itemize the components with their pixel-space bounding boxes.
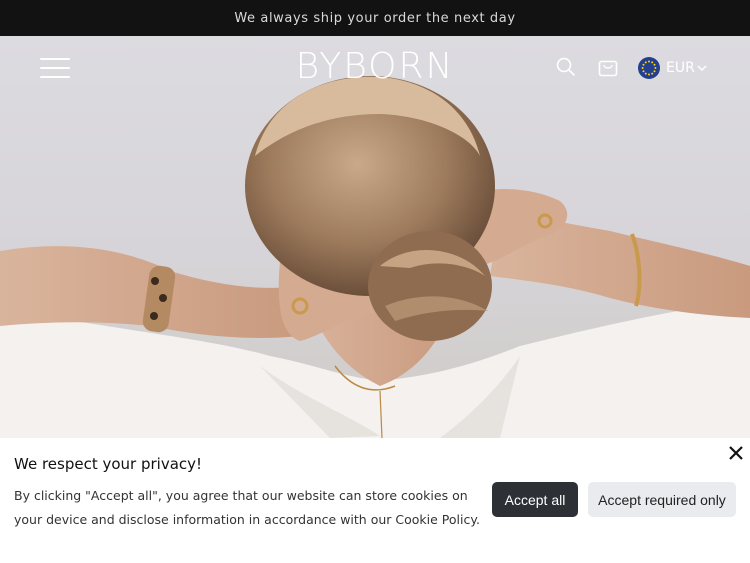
- announcement-text: We always ship your order the next day: [234, 10, 516, 26]
- cookie-title: We respect your privacy!: [14, 455, 203, 473]
- close-icon[interactable]: [727, 444, 745, 462]
- chevron-down-icon: [697, 65, 707, 72]
- currency-label: EUR: [666, 60, 695, 76]
- eu-flag-icon: [638, 57, 660, 79]
- accept-required-only-button[interactable]: Accept required only: [588, 482, 736, 517]
- announcement-bar: We always ship your order the next day: [0, 0, 750, 36]
- menu-icon[interactable]: [40, 56, 72, 80]
- site-header: BYBORN EUR: [0, 36, 750, 100]
- logo-text[interactable]: BYBORN: [296, 46, 455, 87]
- cookie-banner: We respect your privacy! By clicking "Ac…: [0, 438, 750, 563]
- accept-all-button[interactable]: Accept all: [492, 482, 578, 517]
- currency-selector[interactable]: EUR: [638, 56, 707, 80]
- search-icon[interactable]: [555, 56, 577, 78]
- cookie-text: By clicking "Accept all", you agree that…: [14, 488, 480, 527]
- cart-icon[interactable]: [597, 56, 619, 78]
